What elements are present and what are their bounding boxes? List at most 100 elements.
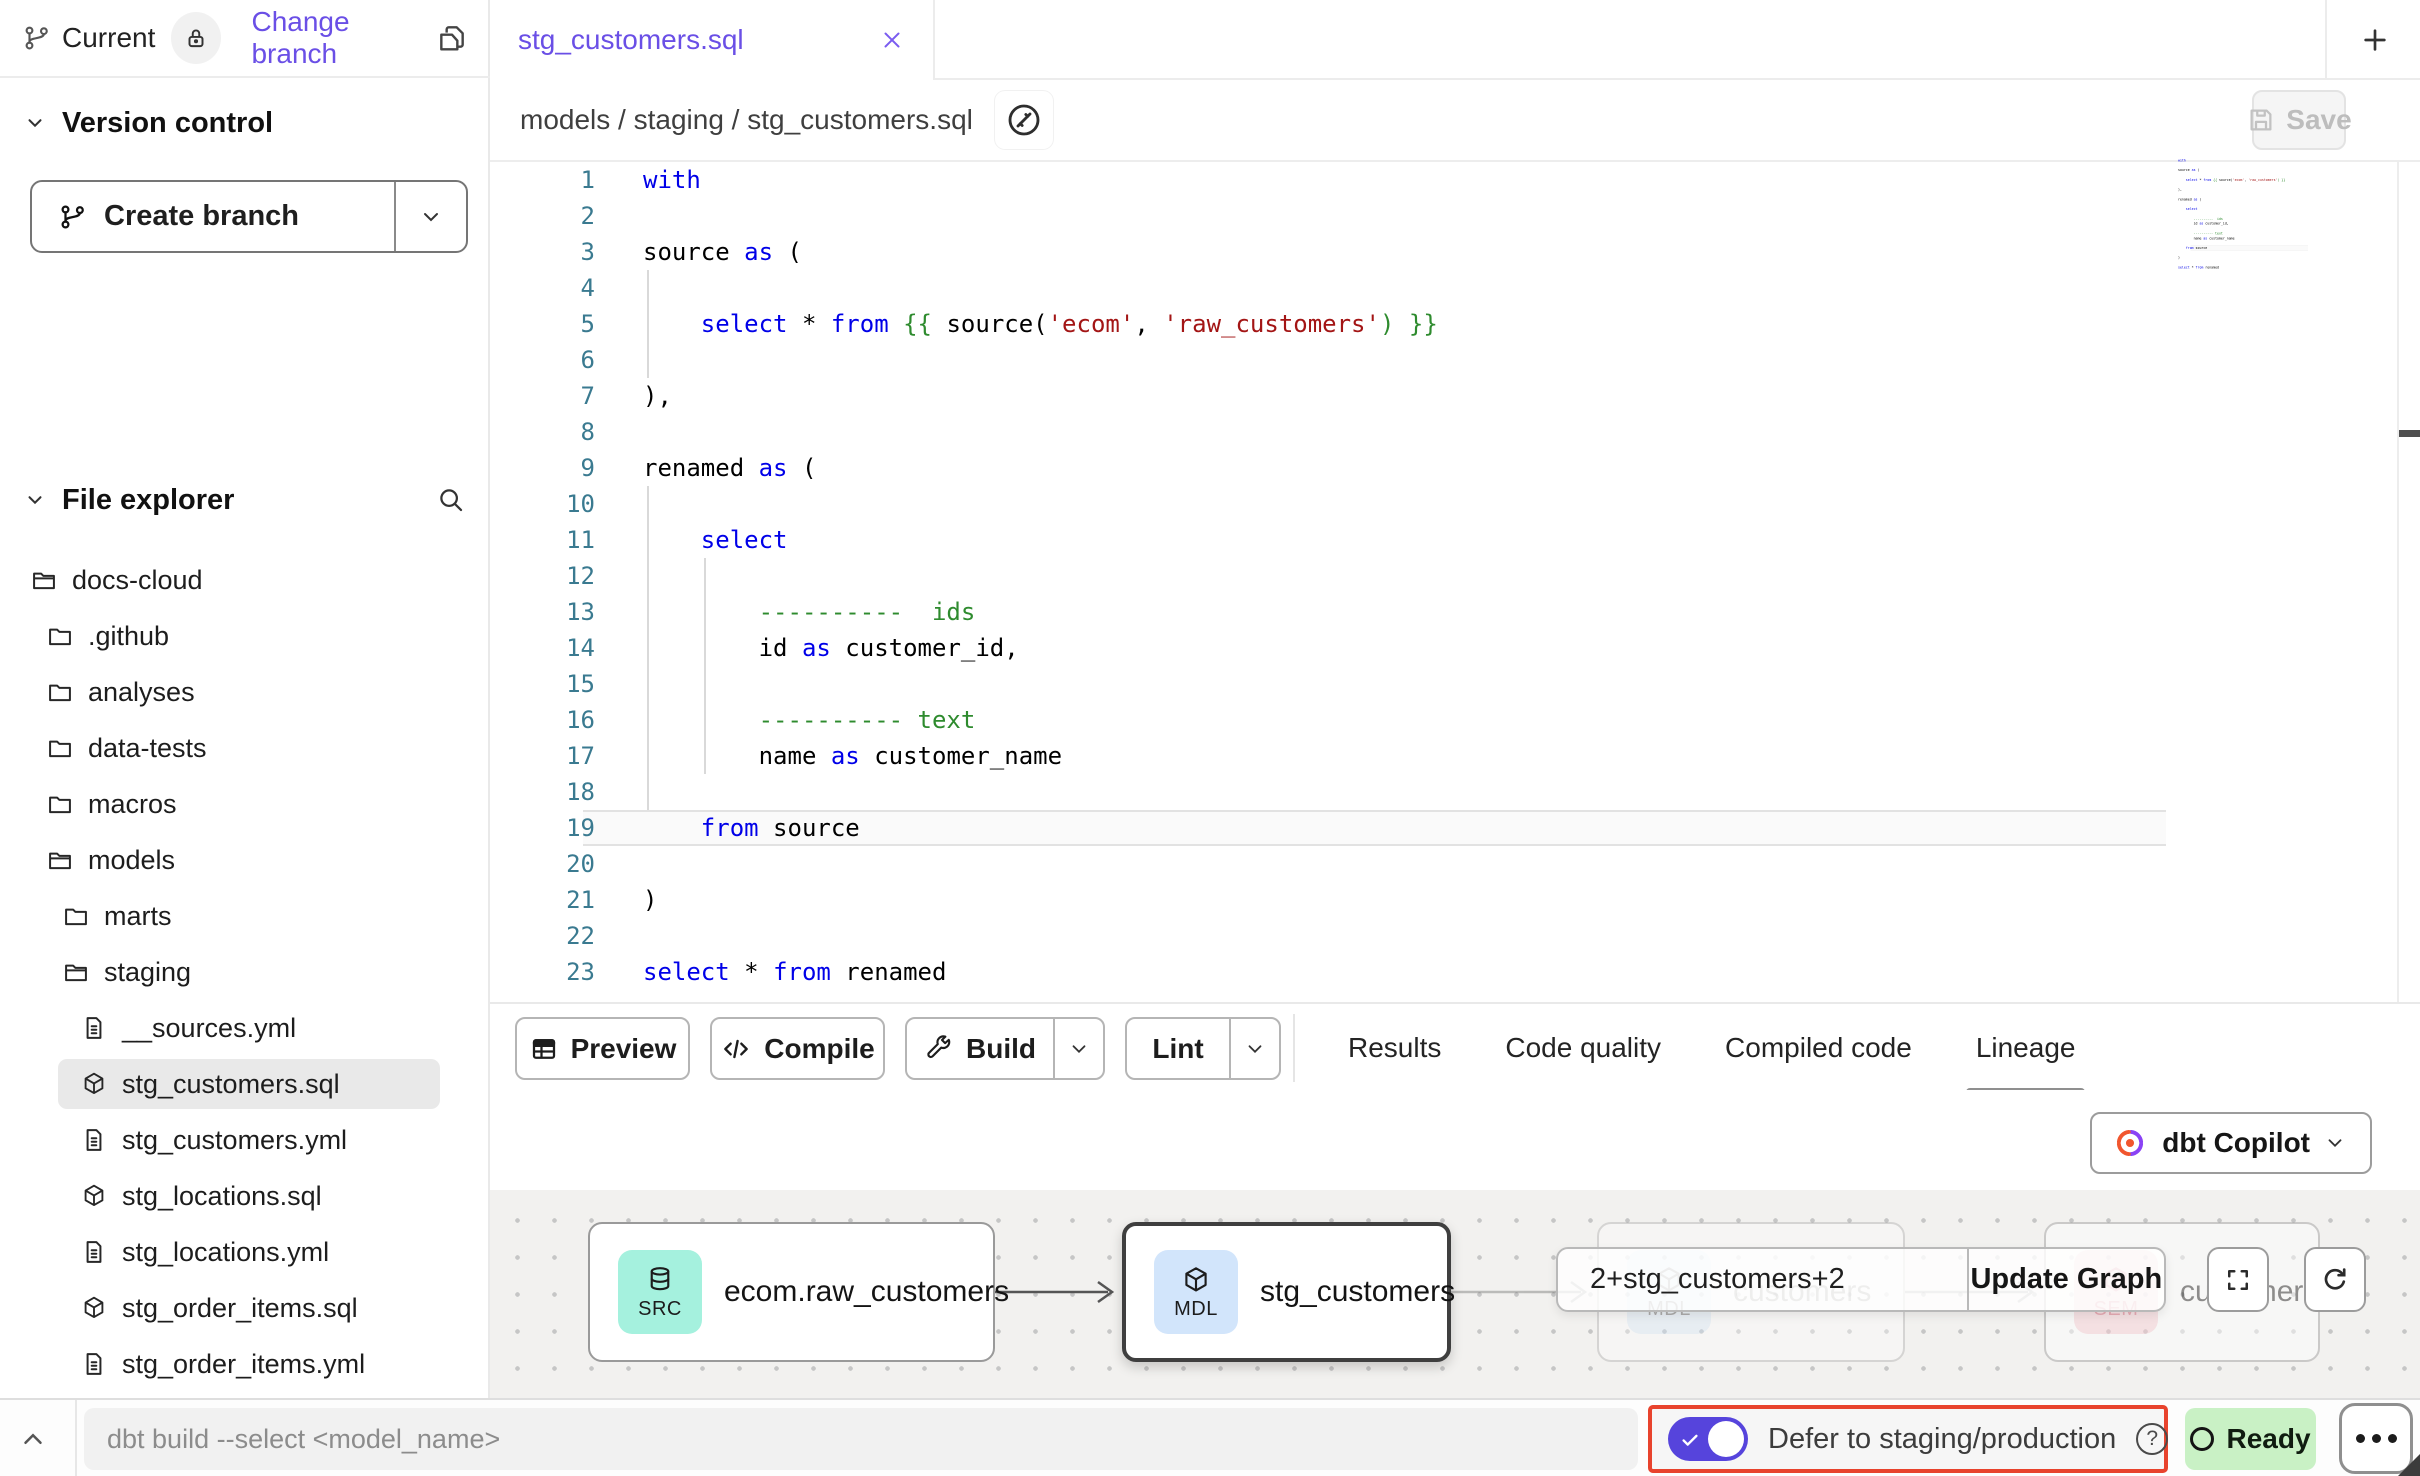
tree-item-label: stg_order_items.yml bbox=[122, 1349, 365, 1380]
tree-item-stg_customers.yml[interactable]: stg_customers.yml bbox=[0, 1112, 490, 1168]
build-button[interactable]: Build bbox=[907, 1019, 1053, 1078]
code-line-15: 15 bbox=[490, 666, 2397, 702]
gauge-icon[interactable] bbox=[995, 91, 1053, 149]
ellipsis-icon bbox=[2372, 1434, 2381, 1443]
code-text: select bbox=[2178, 207, 2198, 212]
code-line-10: 10 bbox=[490, 486, 2397, 522]
tree-item-stg_locations.sql[interactable]: stg_locations.sql bbox=[0, 1168, 490, 1224]
refresh-button[interactable] bbox=[2304, 1247, 2366, 1312]
lineage-canvas[interactable]: MDL customers SEM customers SRC bbox=[490, 1190, 2420, 1398]
scrollbar-thumb[interactable] bbox=[2399, 430, 2420, 437]
fullscreen-button[interactable] bbox=[2207, 1247, 2269, 1312]
copy-icon[interactable] bbox=[436, 22, 468, 54]
tree-item-staging[interactable]: staging bbox=[0, 944, 490, 1000]
lint-split-button[interactable]: Lint bbox=[1125, 1017, 1281, 1080]
code-editor[interactable]: 1with23source as (45 select * from {{ so… bbox=[490, 162, 2397, 1002]
lineage-node-stg-customers[interactable]: MDL stg_customers bbox=[1122, 1222, 1451, 1362]
change-branch-link[interactable]: Change branch bbox=[251, 6, 436, 70]
line-number: 14 bbox=[490, 630, 595, 666]
code-line-20: 20 bbox=[490, 846, 2397, 882]
line-number: 10 bbox=[490, 486, 595, 522]
folder-icon bbox=[46, 734, 74, 762]
tree-item-stg_customers.sql[interactable]: stg_customers.sql bbox=[0, 1056, 490, 1112]
chevron-up-icon[interactable] bbox=[18, 1424, 48, 1454]
line-number: 19 bbox=[490, 810, 595, 846]
code-line-22: 22 bbox=[490, 918, 2397, 954]
folder-open-icon bbox=[30, 566, 58, 594]
lineage-node-raw-customers[interactable]: SRC ecom.raw_customers bbox=[588, 1222, 995, 1362]
tree-item-stg_order_items.yml[interactable]: stg_order_items.yml bbox=[0, 1336, 490, 1392]
close-icon[interactable] bbox=[879, 27, 905, 53]
fullscreen-icon bbox=[2223, 1265, 2253, 1295]
tree-item-docs-cloud[interactable]: docs-cloud bbox=[0, 552, 490, 608]
toolbar-divider bbox=[1293, 1014, 1295, 1082]
editor-scrollbar[interactable] bbox=[2397, 162, 2399, 1002]
build-caret[interactable] bbox=[1055, 1019, 1103, 1078]
tab-code-quality[interactable]: Code quality bbox=[1505, 1004, 1661, 1092]
tab-compiled-code[interactable]: Compiled code bbox=[1725, 1004, 1912, 1092]
tab-results[interactable]: Results bbox=[1348, 1004, 1441, 1092]
code-line-12: 12 bbox=[490, 558, 2397, 594]
code-icon bbox=[720, 1033, 752, 1065]
status-bar: Defer to staging/production ? Ready bbox=[0, 1398, 2420, 1476]
tree-item-.github[interactable]: .github bbox=[0, 608, 490, 664]
code-text: id as customer_id, bbox=[2178, 221, 2229, 226]
code-text: select bbox=[643, 522, 788, 558]
line-number: 12 bbox=[490, 558, 595, 594]
new-tab-button[interactable] bbox=[2352, 17, 2398, 63]
sidebar: Current Change branch Version con bbox=[0, 0, 490, 1398]
git-branch-icon bbox=[58, 202, 88, 232]
line-number: 18 bbox=[490, 774, 595, 810]
tree-item-models[interactable]: models bbox=[0, 832, 490, 888]
search-icon[interactable] bbox=[436, 485, 466, 515]
save-button[interactable]: Save bbox=[2252, 90, 2346, 150]
resize-grip[interactable] bbox=[2398, 1454, 2420, 1476]
preview-button[interactable]: Preview bbox=[515, 1017, 690, 1080]
update-graph-button[interactable]: Update Graph bbox=[1969, 1249, 2164, 1310]
command-input[interactable] bbox=[84, 1408, 1638, 1470]
code-line-18: 18 bbox=[490, 774, 2397, 810]
save-label: Save bbox=[2286, 104, 2351, 136]
code-text: ), bbox=[643, 378, 672, 414]
code-line-5: 5 select * from {{ source('ecom', 'raw_c… bbox=[490, 306, 2397, 342]
tab-stg-customers[interactable]: stg_customers.sql bbox=[490, 0, 935, 80]
tree-item-stg_locations.yml[interactable]: stg_locations.yml bbox=[0, 1224, 490, 1280]
tree-item-label: marts bbox=[104, 901, 172, 932]
build-split-button[interactable]: Build bbox=[905, 1017, 1105, 1080]
tree-item-marts[interactable]: marts bbox=[0, 888, 490, 944]
dbt-cloud-ide: Current Change branch Version con bbox=[0, 0, 2420, 1476]
compile-button[interactable]: Compile bbox=[710, 1017, 885, 1080]
status-circle-icon bbox=[2190, 1427, 2214, 1451]
version-control-header[interactable]: Version control bbox=[0, 95, 490, 151]
tree-item-macros[interactable]: macros bbox=[0, 776, 490, 832]
tree-item-__sources.yml[interactable]: __sources.yml bbox=[0, 1000, 490, 1056]
minimap[interactable]: withsource as ( select * from {{ source(… bbox=[2178, 158, 2308, 288]
lineage-selector-input[interactable] bbox=[1558, 1249, 1967, 1310]
create-branch-caret[interactable] bbox=[396, 182, 466, 251]
current-branch-label: Current bbox=[62, 22, 155, 54]
editor-toolbar: Preview Compile Build bbox=[490, 1002, 2420, 1090]
lint-caret[interactable] bbox=[1231, 1019, 1279, 1078]
file-explorer-header[interactable]: File explorer bbox=[0, 472, 490, 528]
status-badge[interactable]: Ready bbox=[2185, 1408, 2316, 1470]
create-branch-main[interactable]: Create branch bbox=[32, 182, 394, 251]
help-icon[interactable]: ? bbox=[2136, 1423, 2168, 1455]
compile-label: Compile bbox=[764, 1033, 874, 1065]
tree-item-data-tests[interactable]: data-tests bbox=[0, 720, 490, 776]
tree-item-analyses[interactable]: analyses bbox=[0, 664, 490, 720]
tree-item-stg_order_items.sql[interactable]: stg_order_items.sql bbox=[0, 1280, 490, 1336]
line-number: 1 bbox=[490, 162, 595, 198]
create-branch-button[interactable]: Create branch bbox=[30, 180, 468, 253]
lint-button[interactable]: Lint bbox=[1127, 1019, 1229, 1078]
dbt-copilot-button[interactable]: dbt Copilot bbox=[2090, 1112, 2372, 1174]
code-line-21: 21) bbox=[490, 882, 2397, 918]
code-text: source as ( bbox=[2178, 168, 2199, 173]
line-number: 22 bbox=[490, 918, 595, 954]
defer-toggle[interactable] bbox=[1668, 1417, 1748, 1461]
chevron-down-icon bbox=[2324, 1132, 2346, 1154]
tree-item-label: docs-cloud bbox=[72, 565, 203, 596]
tree-item-label: data-tests bbox=[88, 733, 207, 764]
code-line-2: 2 bbox=[490, 198, 2397, 234]
tab-lineage[interactable]: Lineage bbox=[1976, 1004, 2076, 1092]
code-line-5: select * from {{ source('ecom', 'raw_cus… bbox=[2178, 177, 2300, 182]
